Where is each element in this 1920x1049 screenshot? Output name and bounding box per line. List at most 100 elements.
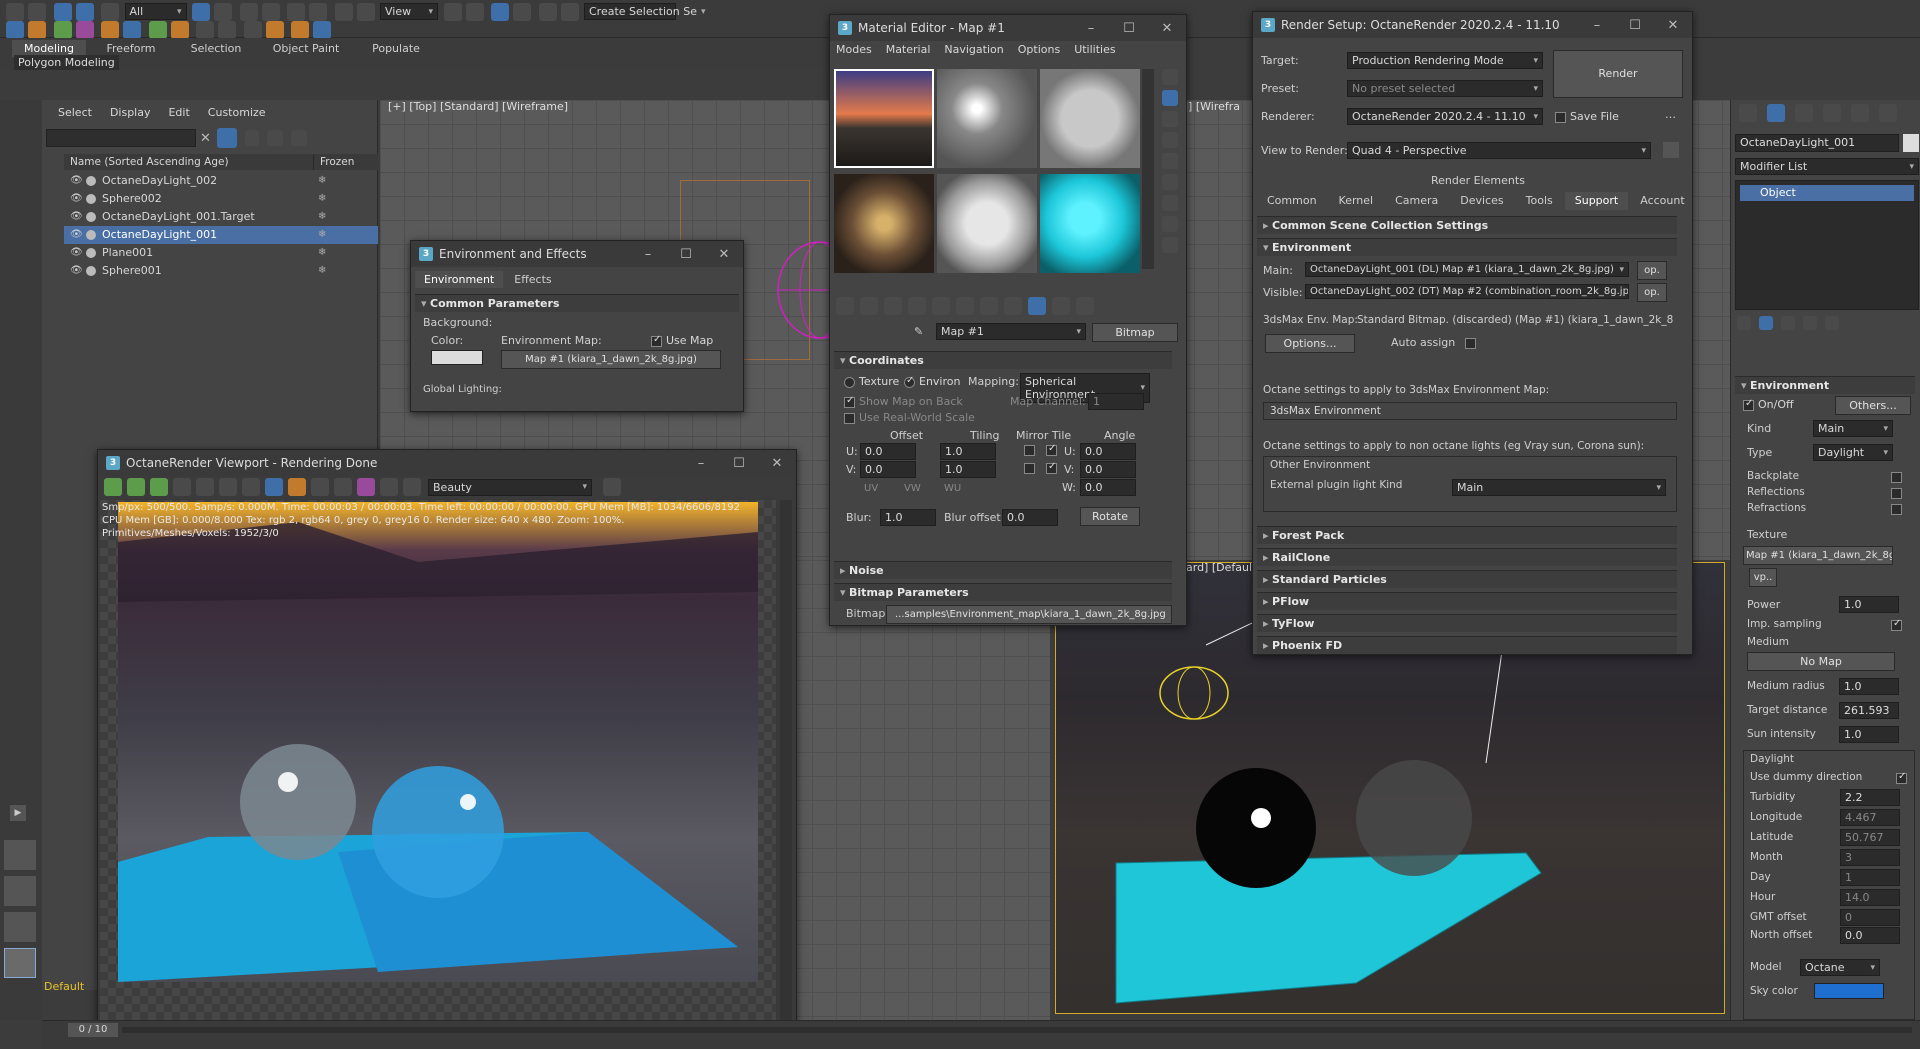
explorer-menu-display[interactable]: Display	[110, 106, 151, 119]
maximize-icon[interactable]: ☐	[1616, 18, 1654, 33]
spinner-snap-icon[interactable]	[560, 3, 579, 21]
make-unique-icon[interactable]	[932, 297, 950, 315]
u-tile-checkbox[interactable]	[1046, 443, 1057, 456]
window-crossing-icon[interactable]	[261, 3, 280, 21]
rollout-railclone[interactable]: RailClone	[1257, 548, 1677, 566]
pick-focus-icon[interactable]	[219, 478, 237, 496]
render-icon[interactable]	[291, 21, 309, 39]
bind-icon[interactable]	[101, 3, 119, 21]
refractions-checkbox[interactable]	[1891, 504, 1902, 515]
percent-snap-icon[interactable]	[538, 3, 557, 21]
pause-render-icon[interactable]	[196, 478, 214, 496]
pivot-icon[interactable]	[443, 3, 462, 21]
video-check-icon[interactable]	[1162, 153, 1178, 169]
tab-environment[interactable]: Environment	[415, 271, 504, 288]
render-tab-account[interactable]: Account	[1630, 192, 1694, 210]
material-icon[interactable]	[313, 21, 331, 39]
show-map-on-back-checkbox[interactable]	[844, 395, 855, 408]
render-tab-camera[interactable]: Camera	[1385, 192, 1448, 210]
latitude-input[interactable]: 50.767	[1840, 829, 1900, 846]
close-icon[interactable]: ✕	[1148, 21, 1186, 36]
teapot-icon[interactable]	[28, 21, 46, 39]
visible-env-dropdown[interactable]: OctaneDayLight_002 (DT) Map #2 (combinat…	[1305, 284, 1629, 299]
ribbon-tab-object-paint[interactable]: Object Paint	[258, 40, 354, 57]
layers-icon[interactable]	[290, 130, 307, 146]
undo-icon[interactable]	[6, 3, 24, 21]
freeze-icon[interactable]: ❄	[318, 208, 326, 226]
kind-dropdown[interactable]: Main	[1813, 420, 1893, 437]
explorer-menu-select[interactable]: Select	[58, 106, 92, 119]
visibility-eye-icon[interactable]: 👁	[70, 190, 84, 208]
rotate-button[interactable]: Rotate	[1080, 507, 1140, 526]
backlight-icon[interactable]	[1162, 90, 1178, 106]
rollout-forest-pack[interactable]: Forest Pack	[1257, 526, 1677, 544]
target-distance-input[interactable]: 261.593	[1839, 702, 1899, 719]
v-offset-input[interactable]: 0.0	[860, 461, 916, 478]
ribbon-tab-selection[interactable]: Selection	[176, 40, 256, 57]
ref-coord-dropdown[interactable]: View	[380, 3, 438, 20]
fit-icon[interactable]	[603, 478, 621, 496]
slot-scrollbar[interactable]	[1142, 69, 1154, 269]
visibility-eye-icon[interactable]: 👁	[70, 262, 84, 280]
restart-icon[interactable]	[150, 478, 168, 496]
eyedropper-icon[interactable]: ✎	[914, 325, 923, 338]
sample-slot-1[interactable]	[834, 69, 934, 168]
sky-color-swatch[interactable]	[1814, 983, 1884, 999]
ribbon-sub-label[interactable]: Polygon Modeling	[14, 55, 119, 70]
sample-slot-4[interactable]	[834, 173, 934, 273]
octane-icon[interactable]	[265, 21, 284, 39]
render-tab-kernel[interactable]: Kernel	[1329, 192, 1384, 210]
turbidity-input[interactable]: 2.2	[1840, 789, 1900, 806]
explorer-menu-edit[interactable]: Edit	[168, 106, 189, 119]
clay-mode-icon[interactable]	[334, 478, 352, 496]
w-angle-input[interactable]: 0.0	[1080, 479, 1136, 496]
configure-sets-icon[interactable]	[1825, 316, 1839, 330]
month-input[interactable]: 3	[1840, 849, 1900, 866]
preset-dropdown[interactable]: No preset selected	[1347, 80, 1543, 97]
hierarchy-icon[interactable]	[266, 130, 283, 146]
render-pass-dropdown[interactable]: Beauty	[428, 478, 592, 496]
move-icon[interactable]	[287, 3, 305, 21]
hour-input[interactable]: 14.0	[1840, 889, 1900, 906]
sample-slot-3[interactable]	[1040, 69, 1140, 168]
max-environment-group[interactable]: 3dsMax Environment	[1263, 402, 1677, 420]
freeze-icon[interactable]: ❄	[318, 172, 326, 190]
use-map-checkbox[interactable]	[651, 334, 662, 347]
helper-icon[interactable]	[123, 21, 141, 39]
rollout-phoenix-fd[interactable]: Phoenix FD	[1257, 636, 1677, 654]
reflections-checkbox[interactable]	[1891, 488, 1902, 499]
visibility-eye-icon[interactable]: 👁	[70, 244, 84, 262]
u-angle-input[interactable]: 0.0	[1080, 443, 1136, 460]
settings-icon[interactable]	[403, 478, 421, 496]
ribbon-tab-populate[interactable]: Populate	[356, 40, 436, 57]
layout-tab-3[interactable]	[4, 912, 36, 942]
lock-region-icon[interactable]	[173, 478, 191, 496]
dummy-direction-checkbox[interactable]	[1896, 771, 1907, 784]
lock-icon[interactable]	[244, 130, 259, 146]
manipulate-icon[interactable]	[465, 3, 484, 21]
menu-options[interactable]: Options	[1018, 41, 1060, 59]
stop-render-icon[interactable]	[311, 478, 329, 496]
menu-material[interactable]: Material	[886, 41, 931, 59]
north-offset-input[interactable]: 0.0	[1840, 927, 1900, 944]
render-toggle-icon[interactable]	[86, 194, 96, 204]
rect-select-icon[interactable]	[239, 3, 258, 21]
select-icon[interactable]	[192, 3, 210, 21]
auto-assign-checkbox[interactable]	[1465, 338, 1476, 349]
on-off-checkbox[interactable]	[1743, 398, 1754, 411]
put-to-library-icon[interactable]	[956, 297, 974, 315]
coordinates-rollout[interactable]: Coordinates	[834, 351, 1172, 369]
freeze-icon[interactable]: ❄	[318, 262, 326, 280]
u-tiling-input[interactable]: 1.0	[940, 443, 996, 460]
sample-slot-5[interactable]	[937, 173, 1037, 273]
denoiser-icon[interactable]	[357, 478, 375, 496]
play-icon[interactable]	[196, 21, 214, 39]
ext-plugin-dropdown[interactable]: Main	[1452, 479, 1666, 496]
render-canvas[interactable]: Smp/px: 500/500. Samp/s: 0.000M. Time: 0…	[100, 500, 776, 1028]
uv-tiling-icon[interactable]	[1162, 132, 1178, 148]
freeze-icon[interactable]: ❄	[318, 244, 326, 262]
sample-type-icon[interactable]	[1162, 69, 1178, 85]
texture-map-button[interactable]: Map #1 (kiara_1_dawn_2k_8g.	[1743, 546, 1893, 565]
make-preview-icon[interactable]	[1162, 174, 1178, 190]
freeze-icon[interactable]: ❄	[318, 190, 326, 208]
